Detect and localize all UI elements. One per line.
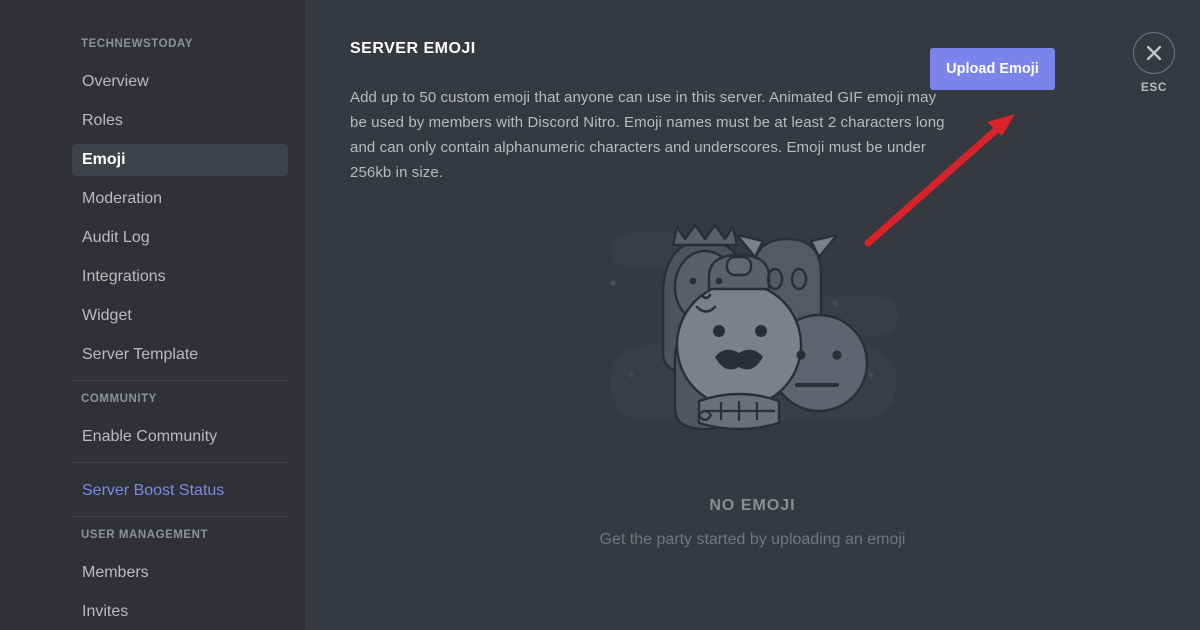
sidebar-item-integrations[interactable]: Integrations [72,261,288,293]
sidebar-item-moderation[interactable]: Moderation [72,183,288,215]
sidebar-item-server-boost-status[interactable]: Server Boost Status [72,475,288,507]
sidebar-item-members[interactable]: Members [72,557,288,589]
discord-server-settings-window: TECHNEWSTODAY Overview Roles Emoji Moder… [0,0,1200,630]
sidebar-item-widget[interactable]: Widget [72,300,288,332]
sidebar-item-audit-log[interactable]: Audit Log [72,222,288,254]
sidebar-divider [72,462,288,463]
sidebar-item-overview[interactable]: Overview [72,66,288,98]
empty-state-subtitle: Get the party started by uploading an em… [599,531,906,548]
left-gutter [0,0,60,630]
empty-state-title: NO EMOJI [709,497,796,514]
sidebar-item-server-template[interactable]: Server Template [72,339,288,371]
sidebar-item-roles[interactable]: Roles [72,105,288,137]
emoji-settings-panel: SERVER EMOJI Add up to 50 custom emoji t… [305,0,1200,630]
settings-sidebar: TECHNEWSTODAY Overview Roles Emoji Moder… [60,0,305,630]
esc-label: ESC [1140,80,1168,94]
sidebar-divider [72,380,288,381]
upload-emoji-button[interactable]: Upload Emoji [930,48,1055,90]
sidebar-server-name: TECHNEWSTODAY [81,38,193,50]
sidebar-section-community: COMMUNITY [81,393,157,405]
sidebar-section-user-management: USER MANAGEMENT [81,529,209,541]
close-x-icon[interactable] [1133,32,1175,74]
emoji-description: Add up to 50 custom emoji that anyone ca… [350,89,945,181]
no-emoji-illustration [608,223,898,431]
close-settings-button[interactable]: ESC [1124,32,1184,94]
sidebar-item-emoji[interactable]: Emoji [72,144,288,176]
sidebar-item-invites[interactable]: Invites [72,596,288,628]
empty-state: NO EMOJI Get the party started by upload… [305,205,1200,549]
sidebar-item-enable-community[interactable]: Enable Community [72,421,288,453]
sidebar-divider [72,516,288,517]
